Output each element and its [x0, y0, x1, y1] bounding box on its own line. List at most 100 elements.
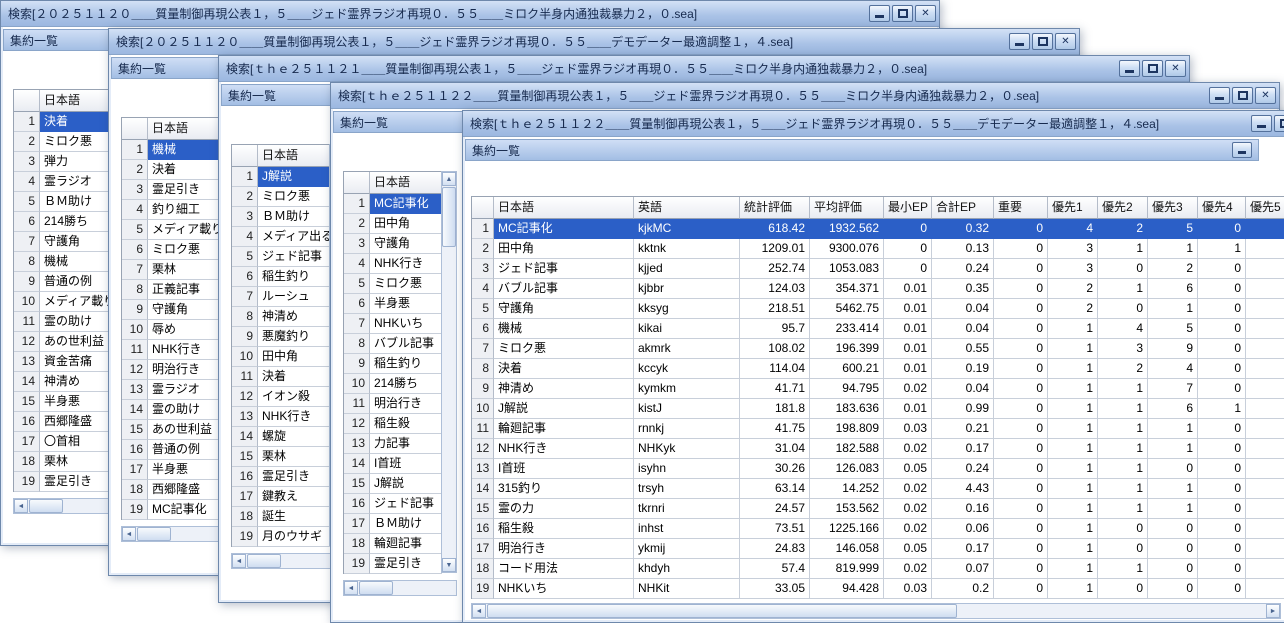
table-cell[interactable]: 田中角: [494, 239, 634, 259]
table-cell[interactable]: 鍵教え: [258, 487, 330, 507]
table-row[interactable]: 8機械: [14, 252, 112, 272]
table-cell[interactable]: 1209.01: [740, 239, 810, 259]
table-cell[interactable]: 0: [1198, 499, 1246, 519]
row-number-cell[interactable]: 7: [232, 287, 258, 307]
close-button[interactable]: ✕: [915, 5, 936, 22]
table-cell[interactable]: ＢＭ助け: [370, 514, 442, 534]
table-cell[interactable]: 悪魔釣り: [258, 327, 330, 347]
table-cell[interactable]: 0: [1246, 339, 1284, 359]
row-number-cell[interactable]: 13: [344, 434, 370, 454]
table-cell[interactable]: 0: [1198, 439, 1246, 459]
table-cell[interactable]: kjbbr: [634, 279, 740, 299]
table-cell[interactable]: 1: [1148, 439, 1198, 459]
grid-corner-cell[interactable]: [472, 197, 494, 219]
table-cell[interactable]: 栗林: [40, 452, 112, 472]
table-row[interactable]: 16ジェド記事: [344, 494, 442, 514]
column-header[interactable]: 英語: [634, 197, 740, 219]
table-cell[interactable]: 0.16: [932, 499, 994, 519]
table-cell[interactable]: 霊ラジオ: [148, 380, 220, 400]
table-cell[interactable]: 1: [1048, 519, 1098, 539]
grid-corner-cell[interactable]: [14, 90, 40, 112]
table-cell[interactable]: 6: [1148, 399, 1198, 419]
minimize-button[interactable]: [1209, 87, 1230, 104]
table-cell[interactable]: 0: [994, 539, 1048, 559]
table-row[interactable]: 15半身悪: [14, 392, 112, 412]
row-number-cell[interactable]: 14: [344, 454, 370, 474]
row-number-cell[interactable]: 19: [122, 500, 148, 520]
row-number-cell[interactable]: 10: [122, 320, 148, 340]
row-number-cell[interactable]: 7: [14, 232, 40, 252]
table-cell[interactable]: 0: [994, 299, 1048, 319]
table-cell[interactable]: I首班: [494, 459, 634, 479]
column-header[interactable]: 優先2: [1098, 197, 1148, 219]
table-cell[interactable]: NHKit: [634, 579, 740, 599]
table-cell[interactable]: メディア載り: [40, 292, 112, 312]
table-cell[interactable]: 4: [1098, 319, 1148, 339]
row-number-cell[interactable]: 9: [14, 272, 40, 292]
table-cell[interactable]: 0: [1246, 479, 1284, 499]
child-window-titlebar[interactable]: 集約一覧: [465, 139, 1259, 161]
table-cell[interactable]: 神清め: [40, 372, 112, 392]
table-row[interactable]: 8バブル記事: [344, 334, 442, 354]
table-cell[interactable]: 0: [1098, 259, 1148, 279]
table-row[interactable]: 17ＢＭ助け: [344, 514, 442, 534]
table-cell[interactable]: ジェド記事: [370, 494, 442, 514]
table-cell[interactable]: 霊ラジオ: [40, 172, 112, 192]
table-cell[interactable]: tkrnri: [634, 499, 740, 519]
maximize-button[interactable]: [1032, 33, 1053, 50]
table-row[interactable]: 14315釣りtrsyh63.1414.2520.024.43011100: [472, 479, 1284, 499]
table-cell[interactable]: 600.21: [810, 359, 884, 379]
table-cell[interactable]: 1: [1048, 559, 1098, 579]
table-cell[interactable]: 63.14: [740, 479, 810, 499]
table-cell[interactable]: 819.999: [810, 559, 884, 579]
table-cell[interactable]: バブル記事: [370, 334, 442, 354]
table-cell[interactable]: 1: [1148, 499, 1198, 519]
table-cell[interactable]: 1: [1148, 239, 1198, 259]
table-cell[interactable]: 196.399: [810, 339, 884, 359]
table-row[interactable]: 17〇首相: [14, 432, 112, 452]
table-row[interactable]: 16普通の例: [122, 440, 220, 460]
row-number-cell[interactable]: 19: [472, 579, 494, 599]
table-cell[interactable]: 決着: [148, 160, 220, 180]
table-cell[interactable]: 5: [1148, 219, 1198, 239]
table-cell[interactable]: ルーシュ: [258, 287, 330, 307]
vertical-scrollbar[interactable]: ▲ ▼: [441, 171, 457, 573]
table-row[interactable]: 13資金苦痛: [14, 352, 112, 372]
row-number-cell[interactable]: 19: [232, 527, 258, 547]
table-row[interactable]: 3ＢＭ助け: [232, 207, 330, 227]
row-number-cell[interactable]: 16: [122, 440, 148, 460]
row-number-cell[interactable]: 18: [232, 507, 258, 527]
table-row[interactable]: 5ジェド記事: [232, 247, 330, 267]
table-cell[interactable]: 9300.076: [810, 239, 884, 259]
table-cell[interactable]: NHKいち: [370, 314, 442, 334]
table-cell[interactable]: 0: [1246, 319, 1284, 339]
table-row[interactable]: 12イオン殺: [232, 387, 330, 407]
row-number-cell[interactable]: 11: [232, 367, 258, 387]
table-cell[interactable]: 0: [1246, 539, 1284, 559]
table-cell[interactable]: 田中角: [258, 347, 330, 367]
table-cell[interactable]: 0: [1198, 419, 1246, 439]
table-cell[interactable]: 0: [1198, 319, 1246, 339]
row-number-cell[interactable]: 9: [344, 354, 370, 374]
table-cell[interactable]: 機械: [494, 319, 634, 339]
window-titlebar[interactable]: 検索[２０２５１１２０＿＿質量制御再現公表１，５＿＿ジェド霊界ラジオ再現０．５５…: [1, 1, 939, 27]
table-cell[interactable]: 0.05: [884, 459, 932, 479]
table-cell[interactable]: 198.809: [810, 419, 884, 439]
table-row[interactable]: 9守護角: [122, 300, 220, 320]
table-row[interactable]: 12明治行き: [122, 360, 220, 380]
table-cell[interactable]: 214勝ち: [40, 212, 112, 232]
table-cell[interactable]: 4.43: [932, 479, 994, 499]
horizontal-scrollbar-thumb[interactable]: [487, 604, 957, 618]
table-cell[interactable]: 霊足引き: [148, 180, 220, 200]
table-row[interactable]: 18誕生: [232, 507, 330, 527]
table-row[interactable]: 15霊の力tkrnri24.57153.5620.020.16011100: [472, 499, 1284, 519]
table-cell[interactable]: 1053.083: [810, 259, 884, 279]
table-cell[interactable]: ykmij: [634, 539, 740, 559]
minimize-button[interactable]: [1119, 60, 1140, 77]
table-row[interactable]: 12NHK行きNHKyk31.04182.5880.020.17011100: [472, 439, 1284, 459]
table-row[interactable]: 14霊の助け: [122, 400, 220, 420]
row-number-cell[interactable]: 14: [14, 372, 40, 392]
table-row[interactable]: 6ミロク悪: [122, 240, 220, 260]
table-cell[interactable]: 2: [1098, 359, 1148, 379]
table-cell[interactable]: 機械: [40, 252, 112, 272]
